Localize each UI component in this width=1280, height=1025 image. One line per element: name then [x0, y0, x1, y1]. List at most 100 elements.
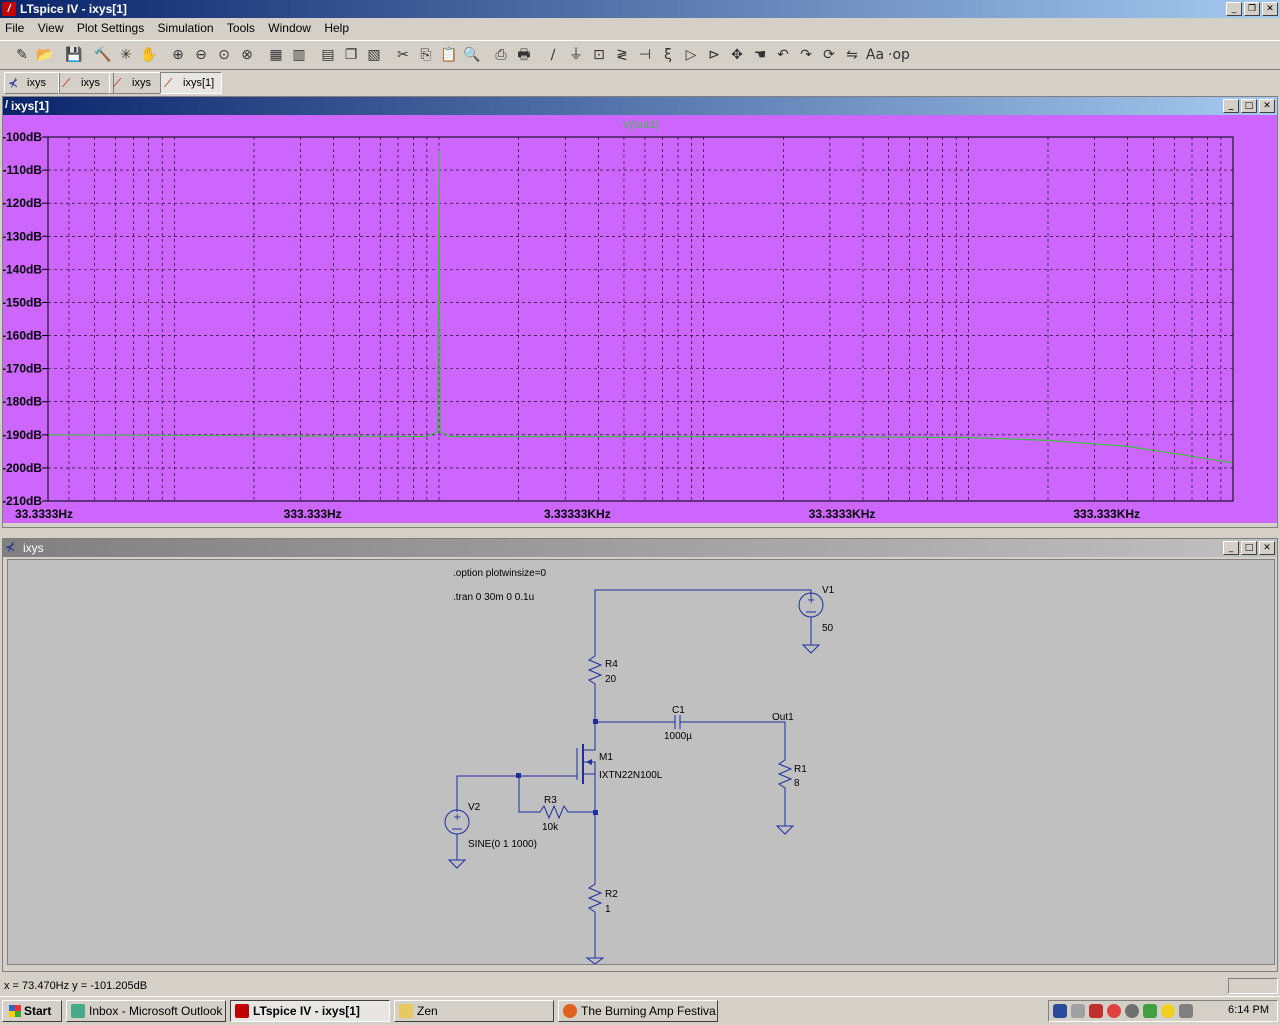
undo-icon[interactable]: ↶ [773, 45, 793, 65]
minimize-button[interactable]: _ [1226, 2, 1242, 16]
schematic-canvas[interactable]: .option plotwinsize=0 .tran 0 30m 0 0.1u… [7, 559, 1275, 965]
ltspice-app-icon[interactable]: / [2, 2, 16, 16]
menu-help[interactable]: Help [319, 19, 354, 37]
net-label-out1[interactable]: Out1 [772, 712, 794, 723]
capacitor-c1[interactable] [674, 715, 681, 729]
zoom-cancel-icon[interactable]: ⊗ [237, 45, 257, 65]
tab-ixys-schematic[interactable]: ⊀ ixys [4, 72, 60, 94]
tab-ixys1-plot[interactable]: ⟋ ixys[1] [160, 72, 222, 94]
minimize-button[interactable]: _ [1223, 541, 1239, 555]
security-icon[interactable] [1089, 1004, 1103, 1018]
wire-icon[interactable]: ∕ [543, 45, 563, 65]
close-button[interactable]: ✕ [1262, 2, 1278, 16]
zoom-out-icon[interactable]: ⊖ [191, 45, 211, 65]
sync-icon[interactable] [1125, 1004, 1139, 1018]
x-tick-label: 333.333KHz [1073, 507, 1140, 521]
halt-icon[interactable]: ✋ [139, 45, 159, 65]
component-icon[interactable]: ⊳ [704, 45, 724, 65]
menu-tools[interactable]: Tools [222, 19, 260, 37]
network-icon[interactable] [1071, 1004, 1085, 1018]
menu-plot-settings[interactable]: Plot Settings [72, 19, 149, 37]
task-outlook[interactable]: Inbox - Microsoft Outlook [66, 1000, 226, 1022]
menu-window[interactable]: Window [263, 19, 316, 37]
volume-icon[interactable] [1179, 1004, 1193, 1018]
y-tick-label: -140dB [3, 262, 42, 276]
capacitor-icon[interactable]: ⊣ [635, 45, 655, 65]
run-icon[interactable]: ✳ [116, 45, 136, 65]
redo-icon[interactable]: ↷ [796, 45, 816, 65]
resistor-r2[interactable] [587, 812, 603, 958]
spice-directive[interactable]: .tran 0 30m 0 0.1u [453, 592, 534, 603]
move-icon[interactable]: ✥ [727, 45, 747, 65]
firefox-icon [563, 1004, 577, 1018]
wire[interactable] [594, 589, 812, 652]
spice-directive-icon[interactable]: ·op [888, 45, 910, 65]
voltage-source-v1[interactable]: + [798, 592, 824, 654]
plot-area[interactable]: V(out1) -100dB -110dB -120dB -130dB -140dB -1… [2, 115, 1277, 523]
diode-icon[interactable]: ▷ [681, 45, 701, 65]
cut-icon[interactable]: ✂ [393, 45, 413, 65]
ground-icon [585, 957, 605, 965]
msn-icon[interactable] [1161, 1004, 1175, 1018]
waveform-icon: ⟋ [62, 76, 71, 90]
wire[interactable] [680, 721, 786, 756]
start-button[interactable]: Start [2, 1000, 62, 1022]
schematic-drawing[interactable]: .option plotwinsize=0 .tran 0 30m 0 0.1u… [8, 560, 1274, 965]
resistor-r4[interactable] [587, 652, 603, 722]
voltage-source-v2[interactable]: + [444, 809, 470, 869]
trace-label[interactable]: V(out1) [623, 119, 659, 131]
task-zen[interactable]: Zen [394, 1000, 554, 1022]
clock[interactable]: 6:14 PM [1228, 1004, 1269, 1016]
control-panel-icon[interactable]: 🔨 [93, 45, 113, 65]
menu-file[interactable]: File [0, 19, 29, 37]
copy-icon[interactable]: ⎘ [416, 45, 436, 65]
zoom-fit-icon[interactable]: ⊙ [214, 45, 234, 65]
series-line-vout1[interactable] [47, 150, 1234, 464]
antivirus-icon[interactable] [1107, 1004, 1121, 1018]
tile-horizontal-icon[interactable]: ▤ [318, 45, 338, 65]
label-icon[interactable]: ⊡ [589, 45, 609, 65]
zoom-in-icon[interactable]: ⊕ [168, 45, 188, 65]
drag-icon[interactable]: ☚ [750, 45, 770, 65]
menu-simulation[interactable]: Simulation [153, 19, 219, 37]
paste-icon[interactable]: 📋 [439, 45, 459, 65]
close-button[interactable]: ✕ [1259, 99, 1275, 113]
autorange-icon[interactable]: ▦ [266, 45, 286, 65]
menu-view[interactable]: View [33, 19, 69, 37]
task-firefox[interactable]: The Burning Amp Festiva... [558, 1000, 718, 1022]
ground-icon[interactable]: ⏚ [566, 45, 586, 65]
maximize-button[interactable]: □ [1241, 99, 1257, 113]
close-button[interactable]: ✕ [1259, 541, 1275, 555]
tab-ixys-plot-2[interactable]: ⟋ ixys [109, 72, 165, 94]
minimize-button[interactable]: _ [1223, 99, 1239, 113]
print-icon[interactable]: 🖶 [514, 45, 534, 65]
waveform-chart[interactable]: V(out1) -100dB -110dB -120dB -130dB -140dB -1… [2, 115, 1277, 523]
chat-icon[interactable] [1143, 1004, 1157, 1018]
tab-ixys-plot-1[interactable]: ⟋ ixys [58, 72, 114, 94]
tile-vertical-icon[interactable]: ▧ [364, 45, 384, 65]
plot-frame [47, 136, 1234, 502]
cascade-icon[interactable]: ❐ [341, 45, 361, 65]
open-icon[interactable]: 📂 [35, 45, 55, 65]
maximize-button[interactable]: □ [1241, 541, 1257, 555]
y-tick-label: -150dB [3, 295, 42, 309]
print-setup-icon[interactable]: ⎙ [491, 45, 511, 65]
inductor-icon[interactable]: ξ [658, 45, 678, 65]
new-schematic-icon[interactable]: ✎ [12, 45, 32, 65]
find-icon[interactable]: 🔍 [462, 45, 482, 65]
spice-directive[interactable]: .option plotwinsize=0 [453, 568, 547, 579]
svg-text:+: + [807, 595, 815, 606]
text-icon[interactable]: Aa [865, 45, 885, 65]
resistor-r3[interactable] [536, 804, 595, 820]
mosfet-m1[interactable] [576, 722, 596, 812]
task-ltspice[interactable]: LTspice IV - ixys[1] [230, 1000, 390, 1022]
grid-icon[interactable]: ▥ [289, 45, 309, 65]
restore-button[interactable]: ❐ [1244, 2, 1260, 16]
save-icon[interactable]: 💾 [64, 45, 84, 65]
resistor-r1[interactable] [777, 756, 793, 826]
mirror-icon[interactable]: ⇋ [842, 45, 862, 65]
wire[interactable] [518, 776, 536, 813]
resistor-icon[interactable]: ≷ [612, 45, 632, 65]
rotate-icon[interactable]: ⟳ [819, 45, 839, 65]
language-en-icon[interactable] [1053, 1004, 1067, 1018]
